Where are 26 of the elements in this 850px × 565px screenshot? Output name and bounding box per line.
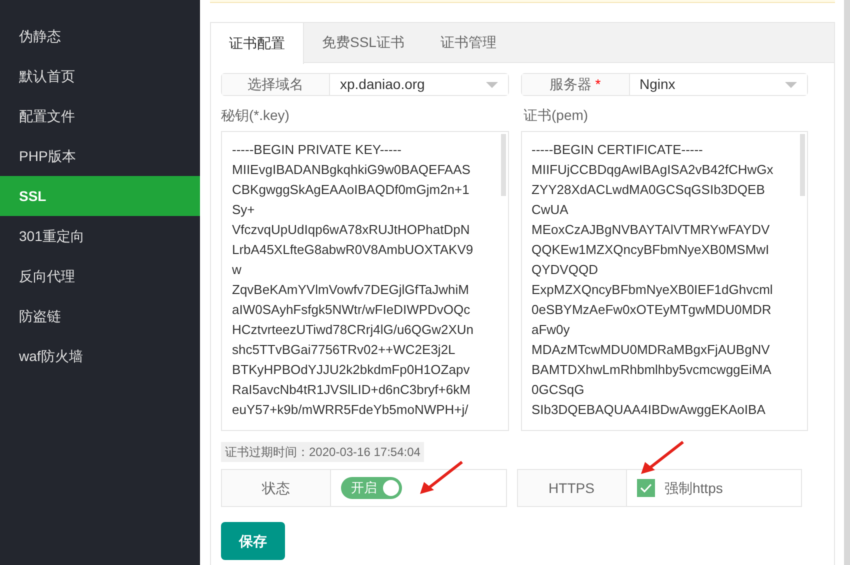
text-area[interactable]: -----BEGIN CERTIFICATE----- MIIFUjCCBDqgAwIBAgISA2vB42fCHwGx ZYY28XdACLwdMA0GCSqGSIb3DQEB CwUA MEoxCzAJBgNVBAYTAlVTMRYwFAYDV QQKEw1MZXQncyBFbmNyeXB0MSMwI QYDVQQD ExpMZXQncyBFbmNyeXB0IEF1dGhvcml 0eSBYMzAeFw0xOTEyMTgwMDU0MDR aFw0y MDAzMTcwMDU0MDRaMBgxFjAUBgNV BAMTDXhwLmRhbmlhby5vcmcwggEiMA 0GCSqG SIb3DQEBAQUAA4IBDwAwggEKAoIBA xyxy=(520,131,808,431)
checkbox-label: 强制https xyxy=(664,478,723,498)
arrow-icon xyxy=(638,440,684,476)
tab[interactable]: 证书配置 xyxy=(211,23,304,64)
field-label: 证书(pem) xyxy=(524,106,590,125)
sidebar-item[interactable]: 301重定向 xyxy=(0,216,200,256)
checkbox[interactable] xyxy=(636,479,654,497)
scrollbar-thumb[interactable] xyxy=(800,134,805,196)
arrow-icon xyxy=(418,460,464,496)
sidebar-item[interactable]: PHP版本 xyxy=(0,136,200,176)
tab[interactable]: 免费SSL证书 xyxy=(304,23,422,62)
sidebar-item[interactable]: waf防火墙 xyxy=(0,336,200,376)
expiry-text: 证书过期时间：2020-03-16 17:54:04 xyxy=(221,442,424,462)
field-label: 秘钥(*.key) xyxy=(221,106,290,125)
tab[interactable]: 证书管理 xyxy=(422,23,514,62)
text-area[interactable]: -----BEGIN PRIVATE KEY----- MIIEvgIBADANBgkqhkiG9w0BAQEFAAS CBKgwggSkAgEAAoIBAQDf0mGjm2n+1 Sy+ VfczvqUpUdIqp6wA78xRUJtHOPhatDpN LrbA45XLfteG8abwR0V8AmbUOXTAKV9 w ZqvBeKAmYVlmVowfv7DEGjlGfTaJwhiM aIW0SAyhFsfgk5NWtr/wFIeDIWPDvOQc HCztvrteezUTiwd78CRrj4lG/u6QGw2XUn shc5TTvBGai7756TRv02++WC2E3j2L BTKyHPBOdYJJU2k2bkdmFp0H1OZapv RaI5avcNb4tR1JVSlLID+d6nC3bryf+6kM euY57+k9b/mWRR5FdeYb5moNWPH+j/ xyxy=(221,131,508,431)
row-label: 状态 xyxy=(222,470,331,506)
row-label: HTTPS xyxy=(518,470,626,506)
save-button[interactable]: 保存 xyxy=(221,522,285,560)
sidebar-item[interactable]: 默认首页 xyxy=(0,56,200,96)
sidebar-item[interactable]: 配置文件 xyxy=(0,96,200,136)
scrollbar-thumb[interactable] xyxy=(500,134,506,196)
checkmark-icon xyxy=(640,483,652,493)
sidebar-item[interactable]: 防盗链 xyxy=(0,296,200,336)
sidebar-item[interactable]: 反向代理 xyxy=(0,256,200,296)
sidebar-item[interactable]: 伪静态 xyxy=(0,16,200,56)
